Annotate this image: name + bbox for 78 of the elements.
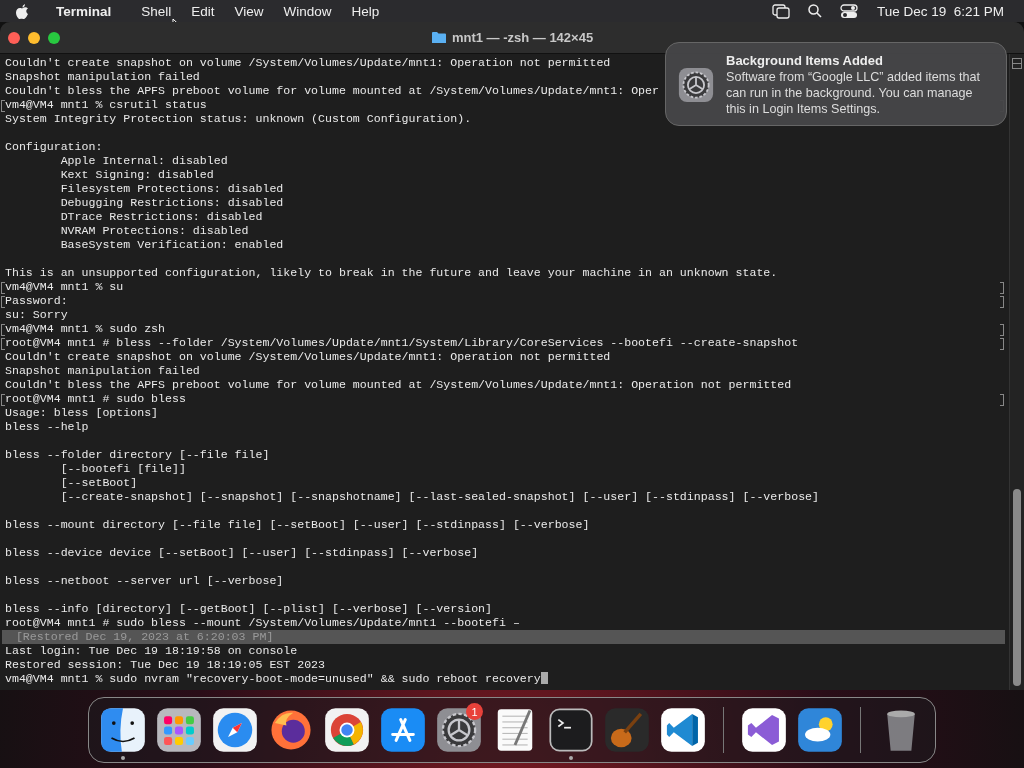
output-line: bless --device device [--setBoot] [--user] [--stdinpass] [--verbose] [4,546,479,560]
output-line: vm4@VM4 mnt1 % su [0,280,124,294]
output-line: Couldn't create snapshot on volume /System/Volumes/Update/mnt1: Operation not permitted [4,350,611,364]
stacked-windows-icon[interactable] [771,3,790,19]
output-line: Couldn't bless the APFS preboot volume for volume mounted at /System/Volumes/Update/mnt1: Operation not permitted [4,378,792,392]
output-line: Snapshot manipulation failed [4,70,200,84]
mark-bracket-icon [1000,324,1004,336]
notification-banner[interactable]: Background Items Added Software from “Google LLC” added items that can run in the background. You can manage this in Login Items Settings. [665,42,1007,126]
compass-icon[interactable] [212,707,258,753]
output-line: bless --mount directory [--file file] [--setBoot] [--user] [--stdinpass] [--verbose] [4,518,590,532]
output-line: [--bootefi [file]] [59,462,186,476]
output-line: Debugging Restrictions: disabled [59,196,284,210]
notification-text: Software from “Google LLC” added items that can run in the background. You can manage this in Login Items Settings. [726,69,981,117]
guitar-icon[interactable] [604,707,650,753]
output-line: Last login: Tue Dec 19 18:19:58 on console [4,644,298,658]
output-line: bless --folder directory [--file file] [4,448,270,462]
output-line: bless --help [4,420,89,434]
menu-bar-clock[interactable]: Tue Dec 19 6:21 PM [866,3,1014,19]
split-pane-icon[interactable] [1012,58,1022,69]
output-line: vm4@VM4 mnt1 % sudo zsh [0,322,166,336]
output-line: System Integrity Protection status: unknown (Custom Configuration). [4,112,472,126]
notification-title: Background Items Added [726,53,884,69]
terminal-icon[interactable] [548,707,594,753]
menu-item[interactable]: View [224,3,274,19]
toggles-icon[interactable] [839,3,858,19]
app-grid-icon[interactable] [156,707,202,753]
output-line: Usage: bless [options] [4,406,159,420]
output-line: BaseSystem Verification: enabled [59,238,284,252]
mark-bracket-icon [1000,282,1004,294]
output-line: root@VM4 mnt1 # sudo bless --mount /System/Volumes/Update/mnt1 --bootefi – [4,616,520,630]
gear-icon [678,67,714,103]
menu-item[interactable]: Shell [131,3,182,19]
output-line: Snapshot manipulation failed [4,364,200,378]
apple-logo-icon[interactable] [14,2,30,20]
menu-item[interactable]: Window [273,3,342,19]
zoom-button[interactable] [48,31,60,44]
cloud-sun-icon[interactable] [797,707,843,753]
menu-item[interactable]: Help [341,3,390,19]
face-icon[interactable] [100,707,146,753]
output-line: NVRAM Protections: disabled [59,224,249,238]
minimize-button[interactable] [28,31,40,44]
app-menu[interactable]: Terminal [46,3,132,19]
output-line: DTrace Restrictions: disabled [59,210,263,224]
close-button[interactable] [8,31,20,44]
letter-a-icon[interactable] [380,707,426,753]
scrollbar[interactable] [1009,54,1024,690]
output-line: Couldn't bless the APFS preboot volume for volume mounted at /System/Volumes/Update/mnt1: Oper [4,84,659,98]
mark-bracket-icon [1000,394,1004,406]
output-line: Restored session: Tue Dec 19 18:19:05 EST 2023 [4,658,326,672]
chrome-icon[interactable] [324,707,370,753]
output-line: bless --info [directory] [--getBoot] [--plist] [--verbose] [--version] [4,602,493,616]
output-line: Kext Signing: disabled [59,168,214,182]
mark-bracket-icon [1000,296,1004,308]
command-line: vm4@VM4 mnt1 % sudo nvram "recovery-boot-mode=unused" && sudo reboot recovery [0,672,548,686]
notification-badge: 1 [466,703,483,720]
output-line: root@VM4 mnt1 # sudo bless [0,392,186,406]
output-line: bless --netboot --server url [--verbose] [4,574,284,588]
output-line: [--setBoot] [59,476,138,490]
folder-icon [430,31,447,44]
mark-bracket-icon [1000,338,1004,350]
output-line: Filesystem Protections: disabled [59,182,284,196]
output-line: This is an unsupported configuration, likely to break in the future and leave your machine in an unknown state. [4,266,778,280]
output-line: vm4@VM4 mnt1 % csrutil status [0,98,207,112]
window-title: mnt1 — -zsh — 142×45 [451,30,594,45]
scrollbar-thumb[interactable] [1013,489,1021,686]
menu-item[interactable]: Edit [181,3,225,19]
output-line: root@VM4 mnt1 # bless --folder /System/Volumes/Update/mnt1/System/Library/CoreServices --bootefi --create-snapshot [0,336,799,350]
restored-text: [Restored Dec 19, 2023 at 6:20:03 PM] [14,630,274,644]
text-cursor [540,672,548,684]
output-line: su: Sorry [4,308,68,322]
search-icon[interactable] [807,4,822,18]
vscode-icon[interactable] [660,707,706,753]
output-line: Couldn't create snapshot on volume /System/Volumes/Update/mnt1: Operation not permitted [4,56,611,70]
visual-studio-icon[interactable] [741,707,787,753]
output-line: Configuration: [4,140,103,154]
output-line: Apple Internal: disabled [59,154,228,168]
output-line: Password: [0,294,68,308]
output-line: [--create-snapshot] [--snapshot] [--snapshotname] [--last-sealed-snapshot] [--user] [--stdinpass] [--verbose] [59,490,819,504]
